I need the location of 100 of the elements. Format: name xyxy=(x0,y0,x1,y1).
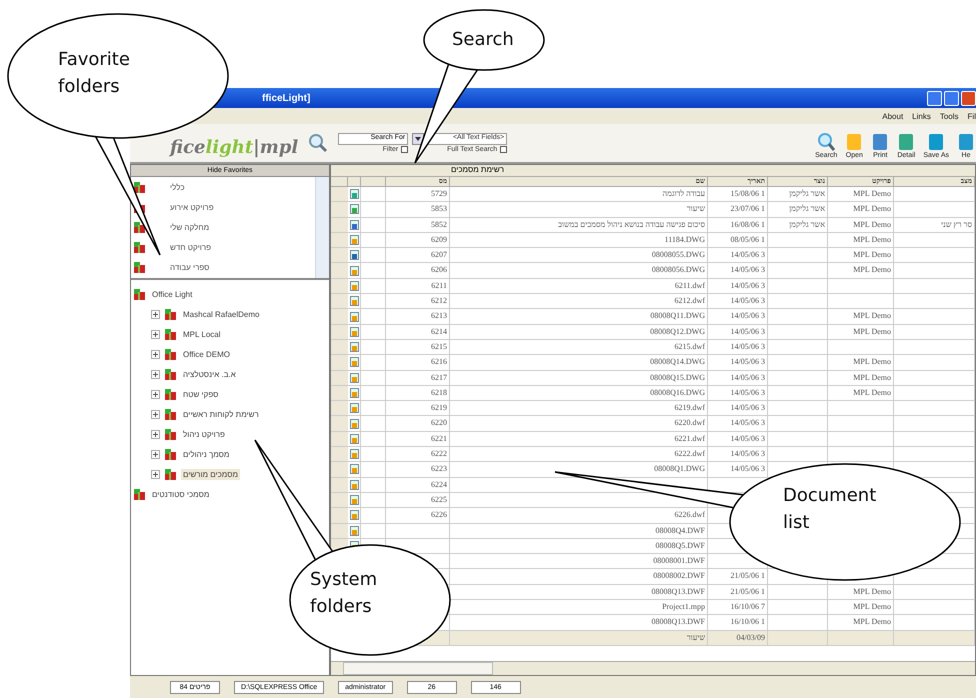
gift-box-icon xyxy=(133,288,146,300)
gift-box-icon xyxy=(164,308,177,320)
tree-item[interactable]: Office DEMO xyxy=(181,348,232,360)
table-cell xyxy=(828,630,894,646)
filter-checkbox[interactable] xyxy=(401,146,408,153)
table-cell: MPL Demo xyxy=(828,355,894,371)
table-cell: 14/05/06 3 xyxy=(708,401,768,416)
expand-toggle[interactable] xyxy=(151,350,160,358)
table-cell xyxy=(768,600,828,616)
expand-toggle[interactable] xyxy=(151,330,160,338)
menu-item[interactable]: Links xyxy=(912,112,931,120)
caret-icon xyxy=(415,137,422,141)
table-cell: 6219.dwf xyxy=(450,401,708,416)
table-cell: 08/05/06 1 xyxy=(708,232,768,248)
table-cell: 08008Q14.DWG xyxy=(450,355,708,371)
table-cell: 6215.dwf xyxy=(450,340,708,356)
gift-box-icon xyxy=(133,260,146,274)
help-icon xyxy=(957,132,975,152)
tree-item[interactable]: Mashcal RafaelDemo xyxy=(181,308,262,320)
column-header[interactable] xyxy=(348,177,361,187)
tree-item[interactable]: מסמך ניהולים xyxy=(181,448,232,460)
tree-item[interactable]: פרויקט ניהול xyxy=(181,428,227,440)
tree-item[interactable]: Office Light xyxy=(150,288,194,300)
menu-item[interactable]: Fil xyxy=(968,112,976,120)
table-cell: 5729 xyxy=(386,187,450,202)
table-cell: 6225 xyxy=(386,492,450,508)
table-cell: 6221.dwf xyxy=(450,432,708,448)
column-header[interactable] xyxy=(361,177,386,187)
table-cell: MPL Demo xyxy=(828,218,894,233)
horizontal-scrollbar[interactable] xyxy=(331,661,975,675)
expand-toggle[interactable] xyxy=(151,370,160,378)
tree-item[interactable]: מסמכי סטודנטים xyxy=(150,488,212,500)
favorite-item[interactable]: פרויקט אירוע xyxy=(170,202,214,212)
full-text-checkbox[interactable] xyxy=(500,146,508,153)
tree-item[interactable]: מסמכים מורשים xyxy=(181,468,240,480)
table-cell: אשר גליקמן xyxy=(768,202,828,218)
table-cell: עבודה לדוגמה xyxy=(450,187,708,202)
table-cell: 08008Q15.DWG xyxy=(450,370,708,386)
file-icon xyxy=(350,189,358,200)
table-cell: אשר גליקמן xyxy=(768,187,828,202)
page-icon xyxy=(927,132,946,152)
table-cell: 16/10/06 1 xyxy=(708,615,768,631)
table-cell: MPL Demo xyxy=(828,187,894,202)
tree-item[interactable]: ספקי שטח xyxy=(181,388,220,400)
column-header[interactable] xyxy=(331,177,348,187)
table-cell: 14/05/06 3 xyxy=(708,370,768,386)
table-cell: 14/05/06 3 xyxy=(708,294,768,310)
expand-toggle[interactable] xyxy=(151,410,160,418)
search-icon xyxy=(817,132,836,152)
tree-item[interactable]: MPL Local xyxy=(181,328,222,340)
scrollbar-thumb[interactable] xyxy=(343,662,493,675)
table-cell: 08008Q13.DWF xyxy=(450,584,708,600)
search-icon[interactable] xyxy=(308,133,328,153)
table-cell xyxy=(768,355,828,371)
table-cell: 14/05/06 3 xyxy=(708,340,768,356)
table-cell: 14/05/06 3 xyxy=(708,248,768,264)
table-cell: 6212.dwf xyxy=(450,294,708,310)
menu-item[interactable]: Tools xyxy=(940,112,959,120)
document-icon xyxy=(897,132,916,152)
folder-icon xyxy=(845,132,864,152)
table-cell: 14/05/06 3 xyxy=(708,432,768,448)
minimize-button[interactable] xyxy=(927,90,942,106)
expand-toggle[interactable] xyxy=(151,310,160,318)
table-cell: MPL Demo xyxy=(828,615,894,631)
expand-toggle[interactable] xyxy=(151,430,160,438)
table-cell: 6211 xyxy=(386,278,450,294)
favorite-item[interactable]: ספרי עבודה xyxy=(170,262,210,272)
favorite-item[interactable]: פרויקט חדש xyxy=(170,242,212,252)
table-cell: 6218 xyxy=(386,386,450,402)
file-icon xyxy=(350,312,358,322)
favorite-item[interactable]: כללי xyxy=(170,182,185,192)
expand-toggle[interactable] xyxy=(151,470,160,478)
scrollbar[interactable] xyxy=(315,177,329,278)
gift-box-icon xyxy=(164,408,177,420)
table-cell xyxy=(768,416,828,432)
logo: ficelight|mpl xyxy=(170,136,298,158)
maximize-button[interactable] xyxy=(944,90,959,106)
menu-item[interactable]: About xyxy=(882,112,904,120)
callout-label: Document list xyxy=(783,484,878,535)
table-cell: 14/05/06 3 xyxy=(708,355,768,371)
file-icon xyxy=(350,434,358,444)
table-cell: שיעור xyxy=(450,202,708,218)
table-cell: אשר גליקמן xyxy=(768,218,828,233)
file-icon xyxy=(350,388,358,398)
file-icon xyxy=(350,510,358,520)
table-cell xyxy=(768,324,828,340)
expand-toggle[interactable] xyxy=(151,450,160,458)
gift-box-icon xyxy=(164,328,177,340)
tree-item[interactable]: א.ב. אינסטלציה xyxy=(181,368,238,380)
table-cell: 08008055.DWG xyxy=(450,248,708,264)
expand-toggle[interactable] xyxy=(151,390,160,398)
close-button[interactable] xyxy=(961,90,976,106)
favorite-item[interactable]: מחלקה שלי xyxy=(170,222,210,232)
table-cell: 08008Q13.DWF xyxy=(450,615,708,631)
table-cell: MPL Demo xyxy=(828,386,894,402)
dropdown-button[interactable] xyxy=(412,133,424,145)
table-cell: 08008Q5.DWF xyxy=(450,538,708,554)
tree-item[interactable]: רשימת לקוחות ראשיים xyxy=(181,408,261,420)
table-cell: 11184.DWG xyxy=(450,232,708,248)
table-cell: 16/10/06 7 xyxy=(708,600,768,616)
